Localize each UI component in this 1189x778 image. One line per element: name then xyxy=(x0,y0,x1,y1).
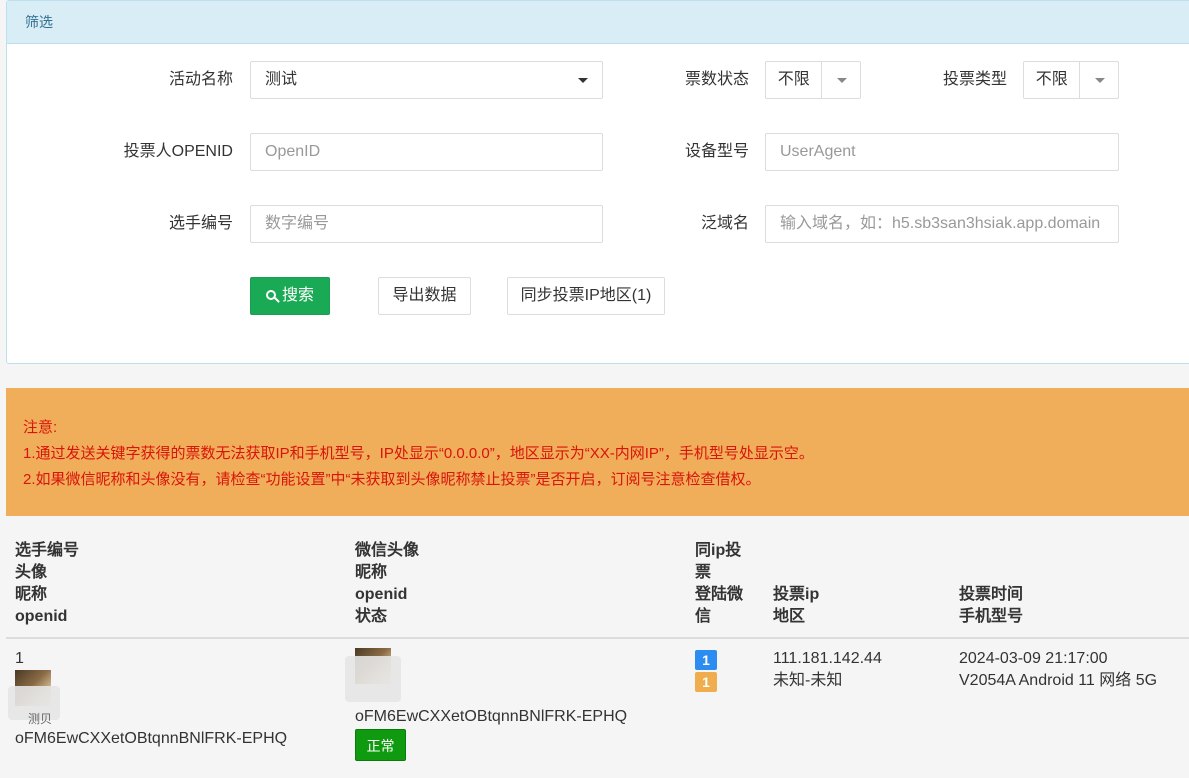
domain-input[interactable]: 输入域名，如：h5.sb3san3hsiak.app.domain xyxy=(765,205,1119,243)
device-label: 设备型号 xyxy=(684,143,749,160)
header-text: 登陆微 xyxy=(695,586,744,603)
vote-type-select[interactable]: 不限 xyxy=(1023,61,1119,99)
notice-line-1: 1.通过发送关键字获得的票数无法获取IP和手机型号，IP处显示“0.0.0.0”… xyxy=(23,445,814,462)
header-text: 昵称 xyxy=(355,564,388,581)
vote-type-label: 投票类型 xyxy=(942,71,1007,88)
player-number: 1 xyxy=(15,650,24,667)
domain-label: 泛域名 xyxy=(700,215,749,232)
header-text: 选手编号 xyxy=(15,542,80,559)
panel-heading: 筛选 xyxy=(7,1,1189,44)
header-text: 投票ip xyxy=(773,586,820,603)
device-model: V2054A Android 11 网络 5G xyxy=(959,672,1158,689)
header-text: 昵称 xyxy=(15,586,48,603)
vote-type-dropdown-button[interactable] xyxy=(1080,62,1118,98)
voter-openid: oFM6EwCXXetOBtqnnBNlFRK-EPHQ xyxy=(355,708,628,725)
same-ip-count-badge[interactable]: 1 xyxy=(695,650,717,670)
table-header-col3: 同ip投 票 登陆微 信 xyxy=(695,540,743,628)
search-icon xyxy=(265,289,276,300)
header-text: 同ip投 xyxy=(695,542,742,559)
player-number-label: 选手编号 xyxy=(168,215,233,232)
login-wechat-count-badge[interactable]: 1 xyxy=(695,672,717,692)
table-header-col1: 选手编号 头像 昵称 openid xyxy=(15,540,79,628)
search-button[interactable]: 搜索 xyxy=(250,277,330,315)
blurred-voter-nickname xyxy=(345,656,401,702)
openid-input[interactable]: OpenID xyxy=(250,133,603,171)
notice-title: 注意: xyxy=(23,419,58,436)
sync-ip-region-button[interactable]: 同步投票IP地区(1) xyxy=(507,277,665,315)
export-button[interactable]: 导出数据 xyxy=(378,277,471,315)
chevron-down-icon xyxy=(578,78,588,83)
header-text: openid xyxy=(15,608,68,625)
header-text: 地区 xyxy=(773,608,806,625)
openid-label: 投票人OPENID xyxy=(123,143,233,160)
vote-type-value: 不限 xyxy=(1024,62,1081,98)
activity-select[interactable]: 测试 xyxy=(250,61,603,99)
vote-status-select[interactable]: 不限 xyxy=(765,61,861,99)
header-text: 微信头像 xyxy=(355,542,420,559)
header-text: 手机型号 xyxy=(959,608,1024,625)
chevron-down-icon xyxy=(1095,78,1105,83)
table-header-col2: 微信头像 昵称 openid 状态 xyxy=(355,540,419,628)
vote-ip: 111.181.142.44 xyxy=(773,650,882,667)
vote-status-value: 不限 xyxy=(766,62,823,98)
vote-time: 2024-03-09 21:17:00 xyxy=(959,650,1108,667)
vote-status-label: 票数状态 xyxy=(684,71,749,88)
activity-select-value: 测试 xyxy=(265,71,298,88)
vote-region: 未知-未知 xyxy=(773,672,843,689)
chevron-down-icon xyxy=(837,78,847,83)
device-input[interactable]: UserAgent xyxy=(765,133,1119,171)
player-openid: oFM6EwCXXetOBtqnnBNlFRK-EPHQ xyxy=(15,730,288,747)
vote-status-dropdown-button[interactable] xyxy=(822,62,860,98)
player-number-input[interactable]: 数字编号 xyxy=(250,205,603,243)
header-text: 信 xyxy=(695,608,712,625)
header-text: openid xyxy=(355,586,408,603)
player-nickname: 测贝 xyxy=(28,712,53,726)
notice-line-2: 2.如果微信昵称和头像没有，请检查“功能设置”中“未获取到头像昵称禁止投票”是否… xyxy=(23,471,761,488)
header-text: 票 xyxy=(695,564,712,581)
activity-label: 活动名称 xyxy=(168,71,233,88)
header-text: 投票时间 xyxy=(959,586,1024,603)
notice-box: 注意: 1.通过发送关键字获得的票数无法获取IP和手机型号，IP处显示“0.0.… xyxy=(6,388,1189,516)
header-text: 状态 xyxy=(355,608,388,625)
filter-panel: 筛选 活动名称 测试 票数状态 不限 投票类型 不限 投票人OPENID Ope… xyxy=(6,0,1189,364)
status-badge[interactable]: 正常 xyxy=(355,729,406,761)
table-header-col5: 投票时间 手机型号 xyxy=(959,584,1023,628)
header-text: 头像 xyxy=(15,564,48,581)
search-button-label: 搜索 xyxy=(281,287,314,304)
table-header-col4: 投票ip 地区 xyxy=(773,584,819,628)
table-header-divider xyxy=(6,637,1189,639)
